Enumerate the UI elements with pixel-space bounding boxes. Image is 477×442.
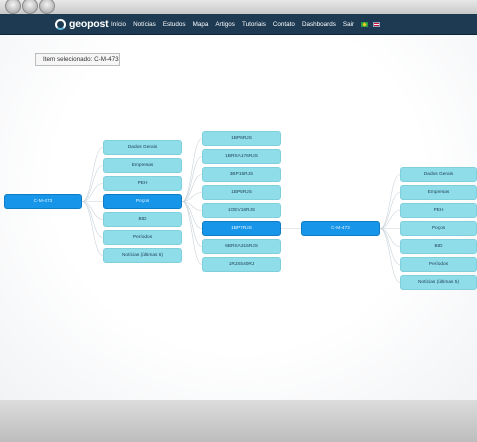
category-label: Poços <box>431 226 446 231</box>
window-minimize-button[interactable] <box>22 0 38 14</box>
category-label: Empresas <box>427 190 450 195</box>
nav-item-sair[interactable]: Sair <box>343 21 354 28</box>
category-label: BID <box>434 244 443 249</box>
selected-item-label: Item selecionado: C-M-473 <box>43 56 119 63</box>
category-label: Notícias (últimas 5) <box>121 253 164 258</box>
category-node-noticias[interactable]: Notícias (últimas 5) <box>103 248 182 263</box>
category-label: Notícias (últimas 5) <box>417 280 460 285</box>
category-label: Períodos <box>132 235 153 240</box>
well-label: 1BP5RJS <box>231 190 252 195</box>
well-node[interactable]: 3BP15RJS <box>202 167 281 182</box>
second-category-node-dados-gerais[interactable]: Dados Gerais <box>400 167 477 182</box>
well-node[interactable]: 1BRSA176RJS <box>202 149 281 164</box>
nav-item-artigos[interactable]: Artigos <box>215 21 235 28</box>
well-node-selected[interactable]: 1BP7RJS <box>202 221 281 236</box>
well-node[interactable]: 6BRSA315RJS <box>202 239 281 254</box>
nav-item-contato[interactable]: Contato <box>273 21 295 28</box>
category-label: Empresas <box>131 163 154 168</box>
well-label: 6BRSA315RJS <box>225 244 258 249</box>
well-label: 1OEV16RJS <box>227 208 256 213</box>
well-label: 1BRSA176RJS <box>225 154 258 159</box>
well-label: 1BP7RJS <box>231 226 252 231</box>
window-bottom-bar <box>0 400 477 442</box>
second-category-node-periodos[interactable]: Períodos <box>400 257 477 272</box>
window-zoom-button[interactable] <box>39 0 55 14</box>
well-node[interactable]: 1RJS540RJ <box>202 257 281 272</box>
well-label: 1BP6RJS <box>231 136 252 141</box>
brand-logo[interactable]: geopost <box>55 15 109 33</box>
category-label: Períodos <box>428 262 449 267</box>
second-category-node-pocos[interactable]: Poços <box>400 221 477 236</box>
brazil-flag-icon[interactable] <box>361 21 369 27</box>
window-close-button[interactable] <box>5 0 21 14</box>
well-label: 1RJS540RJ <box>228 262 255 267</box>
brand-name: geopost <box>69 18 109 30</box>
category-label: Poços <box>135 199 150 204</box>
nav-item-mapa[interactable]: Mapa <box>193 21 209 28</box>
well-label: 3BP15RJS <box>229 172 254 177</box>
category-label: PEH <box>137 181 148 186</box>
category-label: BID <box>138 217 147 222</box>
nav-item-noticias[interactable]: Notícias <box>133 21 156 28</box>
well-node[interactable]: 1OEV16RJS <box>202 203 281 218</box>
globe-icon <box>55 18 66 30</box>
well-node[interactable]: 1BP6RJS <box>202 131 281 146</box>
tree-second-root-node[interactable]: C-M-473 <box>301 221 380 236</box>
nav-item-estudos[interactable]: Estudos <box>163 21 186 28</box>
selected-item-panel: Item selecionado: C-M-473 <box>35 53 120 66</box>
tree-second-root-label: C-M-473 <box>331 226 350 231</box>
category-node-dados-gerais[interactable]: Dados Gerais <box>103 140 182 155</box>
nav-item-dashboards[interactable]: Dashboards <box>302 21 336 28</box>
nav-item-tutoriais[interactable]: Tutoriais <box>242 21 266 28</box>
category-label: Dados Gerais <box>127 145 158 150</box>
uk-flag-icon[interactable] <box>373 21 381 27</box>
category-node-periodos[interactable]: Períodos <box>103 230 182 245</box>
second-category-node-bid[interactable]: BID <box>400 239 477 254</box>
category-node-bid[interactable]: BID <box>103 212 182 227</box>
category-label: Dados Gerais <box>423 172 454 177</box>
window-titlebar <box>0 0 477 14</box>
well-node[interactable]: 1BP5RJS <box>202 185 281 200</box>
tree-root-node[interactable]: C-M-473 <box>4 194 82 209</box>
second-category-node-empresas[interactable]: Empresas <box>400 185 477 200</box>
category-label: PEH <box>433 208 444 213</box>
category-node-pocos[interactable]: Poços <box>103 194 182 209</box>
main-nav: Início Notícias Estudos Mapa Artigos Tut… <box>111 14 385 34</box>
category-node-peh[interactable]: PEH <box>103 176 182 191</box>
second-category-node-peh[interactable]: PEH <box>400 203 477 218</box>
tree-root-label: C-M-473 <box>33 199 53 204</box>
top-navbar: geopost Início Notícias Estudos Mapa Art… <box>0 14 477 35</box>
nav-item-inicio[interactable]: Início <box>111 21 126 28</box>
category-node-empresas[interactable]: Empresas <box>103 158 182 173</box>
second-category-node-noticias[interactable]: Notícias (últimas 5) <box>400 275 477 290</box>
